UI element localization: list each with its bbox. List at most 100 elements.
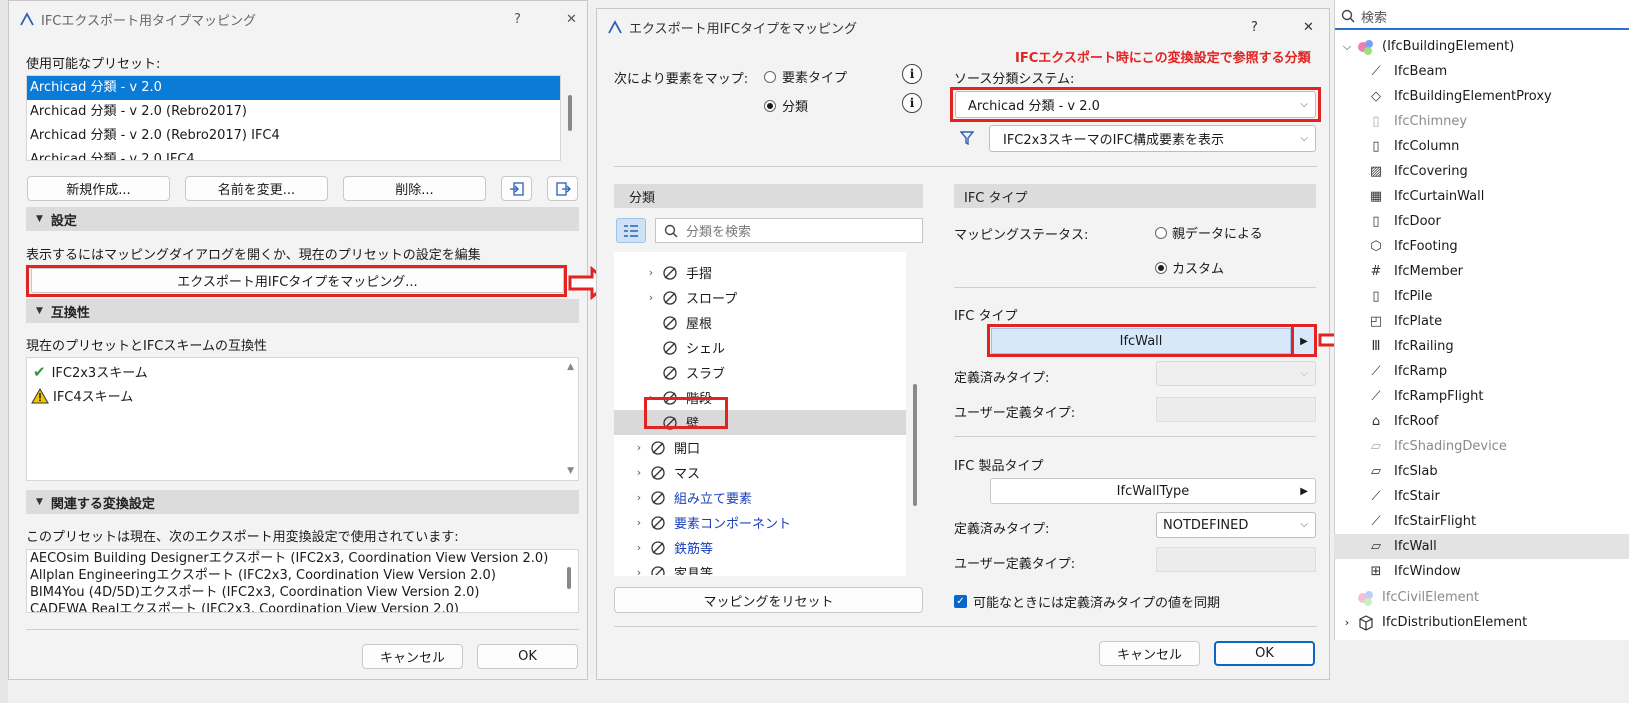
chevron-right-icon[interactable]: › bbox=[632, 491, 646, 504]
close-button[interactable]: ✕ bbox=[566, 12, 577, 27]
reset-mapping-button[interactable]: マッピングをリセット bbox=[614, 587, 923, 613]
related-scrollbar[interactable] bbox=[567, 567, 571, 589]
delete-preset-button[interactable]: 削除... bbox=[343, 176, 486, 201]
settings-section-header[interactable]: ▼ 設定 bbox=[26, 207, 579, 231]
presets-list[interactable]: Archicad 分類 - v 2.0 Archicad 分類 - v 2.0 … bbox=[26, 75, 561, 161]
preset-item-selected[interactable]: Archicad 分類 - v 2.0 bbox=[27, 76, 560, 100]
related-item[interactable]: BIM4You (4D/5D)エクスポート (IFC2x3, Coordinat… bbox=[27, 584, 578, 601]
presets-scrollbar[interactable] bbox=[568, 95, 572, 131]
ifc-type-label: IfcWindow bbox=[1394, 564, 1461, 579]
tree-view-toggle-button[interactable] bbox=[616, 218, 646, 243]
related-item[interactable]: CADEWA Realエクスポート (IFC2x3, Coordination … bbox=[27, 601, 578, 612]
type-divider bbox=[954, 436, 1316, 437]
product-type-selector[interactable]: IfcWallType ▶ bbox=[990, 478, 1316, 504]
ok-button[interactable]: OK bbox=[477, 644, 578, 669]
checkbox-checked-icon[interactable]: ✓ bbox=[954, 595, 967, 608]
tree-item[interactable]: › 家具等 bbox=[614, 560, 906, 575]
ifc-type-item[interactable]: ▯ IfcColumn bbox=[1334, 134, 1629, 159]
compat-section-header[interactable]: ▼ 互換性 bbox=[26, 299, 579, 323]
ifc-type-item[interactable]: ▨ IfcCovering bbox=[1334, 159, 1629, 184]
filter-dropdown[interactable]: IFC2x3スキーマのIFC構成要素を表示 ⌵ bbox=[989, 125, 1316, 152]
ifc-type-item[interactable]: ▱ IfcWall bbox=[1334, 534, 1629, 559]
tree-item[interactable]: › 開口 bbox=[614, 435, 906, 460]
chevron-right-icon[interactable]: › bbox=[632, 516, 646, 529]
radio-icon[interactable] bbox=[1155, 226, 1167, 239]
radio-classification[interactable]: 分類 bbox=[764, 96, 808, 115]
chevron-right-icon[interactable]: › bbox=[632, 541, 646, 554]
ifc-type-item[interactable]: Ⅲ IfcRailing bbox=[1334, 334, 1629, 359]
filter-icon[interactable] bbox=[960, 131, 974, 145]
cancel-button[interactable]: キャンセル bbox=[1099, 641, 1200, 666]
ifc-type-item[interactable]: ⟋ IfcStair bbox=[1334, 484, 1629, 509]
chevron-right-icon[interactable]: › bbox=[644, 266, 658, 279]
help-button[interactable]: ? bbox=[1251, 20, 1258, 35]
predefined-type2-dropdown[interactable]: NOTDEFINED ⌵ bbox=[1156, 512, 1316, 538]
related-item[interactable]: Allplan Engineeringエクスポート (IFC2x3, Coord… bbox=[27, 567, 578, 584]
radio-icon[interactable] bbox=[1155, 261, 1167, 274]
radio-element-type[interactable]: 要素タイプ bbox=[764, 67, 847, 86]
chevron-right-icon[interactable]: › bbox=[632, 466, 646, 479]
compat-item-label: IFC4スキーム bbox=[53, 390, 134, 405]
ok-button[interactable]: OK bbox=[1214, 641, 1315, 666]
ifc-type-item[interactable]: ▦ IfcCurtainWall bbox=[1334, 184, 1629, 209]
ifc-type-item[interactable]: ⊞ IfcWindow bbox=[1334, 559, 1629, 584]
tree-item[interactable]: スラブ bbox=[614, 360, 906, 385]
ifc-type-item[interactable]: ⟋ IfcRamp bbox=[1334, 359, 1629, 384]
radio-icon[interactable] bbox=[764, 99, 776, 112]
rename-preset-button[interactable]: 名前を変更... bbox=[185, 176, 328, 201]
tree-item[interactable]: › 要素コンポーネント bbox=[614, 510, 906, 535]
ifc-type-item[interactable]: ▱ IfcShadingDevice bbox=[1334, 434, 1629, 459]
chevron-right-icon[interactable]: › bbox=[644, 291, 658, 304]
classification-search-field[interactable]: 分類を検索 bbox=[655, 218, 923, 243]
ifc-type-item[interactable]: ⟋ IfcRampFlight bbox=[1334, 384, 1629, 409]
related-section-header[interactable]: ▼ 関連する変換設定 bbox=[26, 490, 579, 514]
ifc-civil-element[interactable]: IfcCivilElement bbox=[1334, 585, 1629, 610]
ifc-type-item[interactable]: ⟋ IfcBeam bbox=[1334, 59, 1629, 84]
radio-by-parent[interactable]: 親データによる bbox=[1155, 223, 1263, 242]
tree-item[interactable]: › 手摺 bbox=[614, 260, 906, 285]
chevron-down-icon[interactable]: ⌵ bbox=[1338, 40, 1356, 54]
chevron-right-icon[interactable]: › bbox=[1338, 616, 1356, 629]
ifc-tree-root[interactable]: ⌵ (IfcBuildingElement) bbox=[1334, 34, 1629, 59]
ifc-type-item[interactable]: ◰ IfcPlate bbox=[1334, 309, 1629, 334]
ifc-distribution-element[interactable]: › IfcDistributionElement bbox=[1334, 610, 1629, 635]
tree-item[interactable]: › 鉄筋等 bbox=[614, 535, 906, 560]
info-icon[interactable]: i bbox=[902, 93, 922, 113]
ifc-type-item[interactable]: ▱ IfcSlab bbox=[1334, 459, 1629, 484]
chevron-right-icon[interactable]: › bbox=[632, 566, 646, 575]
ifc-search-field[interactable]: 検索 bbox=[1335, 4, 1629, 30]
preset-item[interactable]: Archicad 分類 - v 2.0 IFC4 bbox=[27, 148, 560, 160]
preset-item[interactable]: Archicad 分類 - v 2.0 (Rebro2017) bbox=[27, 100, 560, 124]
scroll-down-arrow-icon[interactable]: ▼ bbox=[567, 466, 574, 476]
close-button[interactable]: ✕ bbox=[1303, 20, 1314, 35]
import-button[interactable] bbox=[501, 176, 532, 201]
scroll-up-arrow-icon[interactable]: ▲ bbox=[567, 362, 574, 372]
related-list[interactable]: AECOsim Building Designerエクスポート (IFC2x3,… bbox=[26, 549, 579, 613]
sync-checkbox-row[interactable]: ✓ 可能なときには定義済みタイプの値を同期 bbox=[954, 592, 1220, 611]
product-type-value: IfcWallType bbox=[1116, 483, 1190, 499]
cancel-button[interactable]: キャンセル bbox=[362, 644, 463, 669]
ifc-type-item[interactable]: # IfcMember bbox=[1334, 259, 1629, 284]
ifc-type-item[interactable]: ◇ IfcBuildingElementProxy bbox=[1334, 84, 1629, 109]
tree-scrollbar[interactable] bbox=[913, 384, 917, 506]
chevron-right-icon[interactable]: › bbox=[632, 441, 646, 454]
tree-item[interactable]: 屋根 bbox=[614, 310, 906, 335]
radio-custom[interactable]: カスタム bbox=[1155, 258, 1224, 277]
ifc-type-item[interactable]: ▯ IfcChimney bbox=[1334, 109, 1629, 134]
ifc-type-item[interactable]: ▯ IfcDoor bbox=[1334, 209, 1629, 234]
preset-item[interactable]: Archicad 分類 - v 2.0 (Rebro2017) IFC4 bbox=[27, 124, 560, 148]
tree-item[interactable]: › スロープ bbox=[614, 285, 906, 310]
tree-item[interactable]: › 組み立て要素 bbox=[614, 485, 906, 510]
ifc-type-item[interactable]: ⟋ IfcStairFlight bbox=[1334, 509, 1629, 534]
tree-item[interactable]: シェル bbox=[614, 335, 906, 360]
info-icon[interactable]: i bbox=[902, 64, 922, 84]
radio-icon[interactable] bbox=[764, 70, 776, 83]
related-item[interactable]: AECOsim Building Designerエクスポート (IFC2x3,… bbox=[27, 550, 578, 567]
new-preset-button[interactable]: 新規作成... bbox=[27, 176, 170, 201]
tree-item[interactable]: › マス bbox=[614, 460, 906, 485]
ifc-type-item[interactable]: ⌂ IfcRoof bbox=[1334, 409, 1629, 434]
help-button[interactable]: ? bbox=[514, 12, 521, 27]
export-button[interactable] bbox=[547, 176, 578, 201]
ifc-type-item[interactable]: ▯ IfcPile bbox=[1334, 284, 1629, 309]
ifc-type-item[interactable]: ⬡ IfcFooting bbox=[1334, 234, 1629, 259]
